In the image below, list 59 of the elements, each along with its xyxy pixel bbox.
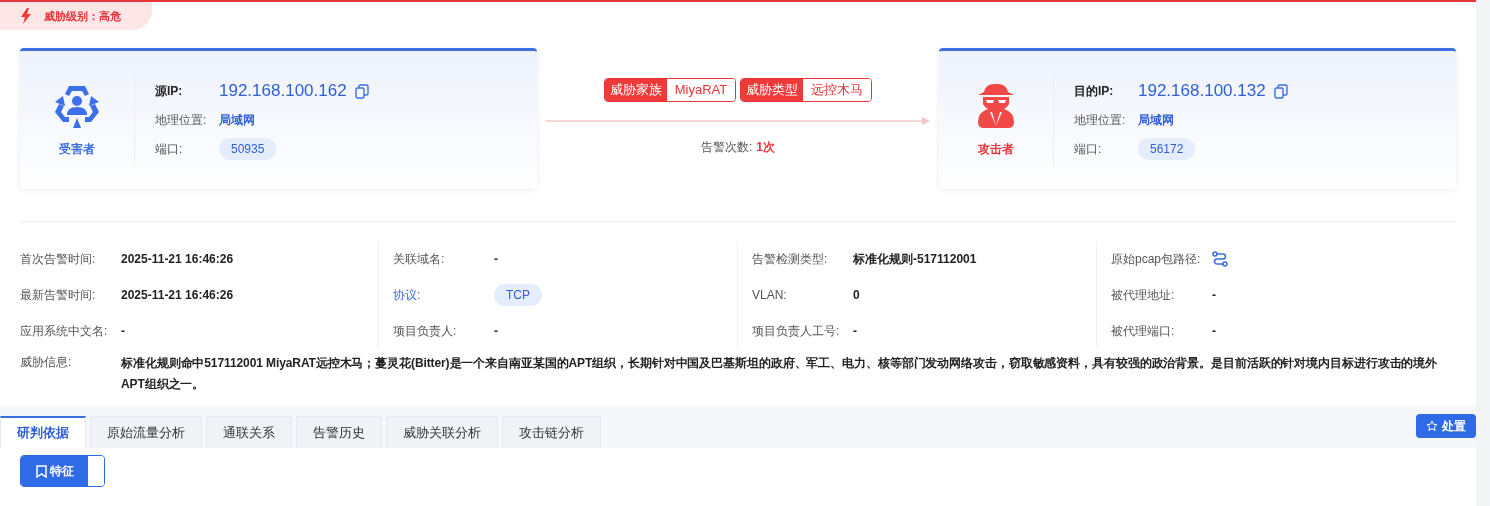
info-label: 告警检测类型: [752,251,829,268]
port-label: 端口: [155,141,184,158]
alert-count: 1次 [756,139,775,156]
info-value: 2025-11-21 16:46:26 [121,287,234,304]
info-label: 项目负责人: [393,323,458,340]
dispose-button[interactable]: 处置 [1416,414,1476,438]
info-value: - [494,251,498,268]
ip-label: 源IP: [155,83,184,100]
info-label: 首次告警时间: [20,251,97,268]
ip-address: 192.168.100.162 [219,80,347,103]
threat-tag: 威胁家族 MiyaRAT [603,78,737,102]
threat-level: 威胁级别：高危 [44,8,121,24]
view-toggle[interactable]: 特征 [21,456,88,486]
geo-value: 局域网 [1138,112,1174,129]
info-label: 协议: [393,287,422,304]
info-value: - [853,323,857,340]
tab[interactable]: 原始流量分析 [90,416,202,448]
info-label: 原始pcap包路径: [1111,251,1202,268]
copy-icon[interactable] [354,83,369,99]
info-value: 0 [853,287,860,304]
role-label: 攻击者 [978,141,1014,158]
ip-label: 目的IP: [1074,83,1115,100]
info-label: 被代理端口: [1111,323,1176,340]
info-label: 关联域名: [393,251,446,268]
hooded-spy-icon [976,82,1016,128]
route-icon[interactable] [1212,251,1228,267]
alert-count-label: 告警次数: [701,139,753,156]
lightning-icon [20,8,32,24]
threat-info-text: 标准化规则命中517112001 MiyaRAT远控木马；蔓灵花(Bitter)是一个来自南亚某国的APT组织，长期针对中国及巴基斯坦的政府、军工、电力、核等部门发动网络攻击，窃取敏感资料，具有较强的政治背景。是目前活跃的针对境内目标进行攻击的境外APT组织之一。 [121,355,1439,393]
bookmark-icon [35,464,48,478]
info-label: 项目负责人工号: [752,323,841,340]
ip-address: 192.168.100.132 [1138,80,1266,103]
threat-info-label: 威胁信息: [20,354,73,371]
geo-value: 局域网 [219,112,255,129]
info-value: - [1212,323,1216,340]
star-icon [1426,420,1438,432]
tab[interactable]: 研判依据 [0,416,86,448]
copy-icon[interactable] [1273,83,1288,99]
info-label: 最新告警时间: [20,287,97,304]
tab[interactable]: 通联关系 [206,416,292,448]
port-tag: 50935 [219,138,277,160]
info-value: 标准化规则-517112001 [853,251,977,268]
protocol-tag: TCP [494,284,542,306]
tab[interactable]: 告警历史 [296,416,382,448]
info-value: - [121,323,125,340]
role-label: 受害者 [59,141,95,158]
info-label: 被代理地址: [1111,287,1176,304]
threat-tag: 威胁类型 远控木马 [740,78,873,102]
geo-label: 地理位置: [155,112,208,129]
info-label: 应用系统中文名: [20,323,109,340]
info-value: - [1212,287,1216,304]
port-tag: 56172 [1138,138,1196,160]
info-value: 2025-11-21 16:46:26 [121,251,234,268]
info-label: VLAN: [752,287,788,304]
tab[interactable]: 威胁关联分析 [386,416,498,448]
info-value: - [494,323,498,340]
geo-label: 地理位置: [1074,112,1127,129]
port-label: 端口: [1074,141,1103,158]
tab[interactable]: 攻击链分析 [502,416,601,448]
